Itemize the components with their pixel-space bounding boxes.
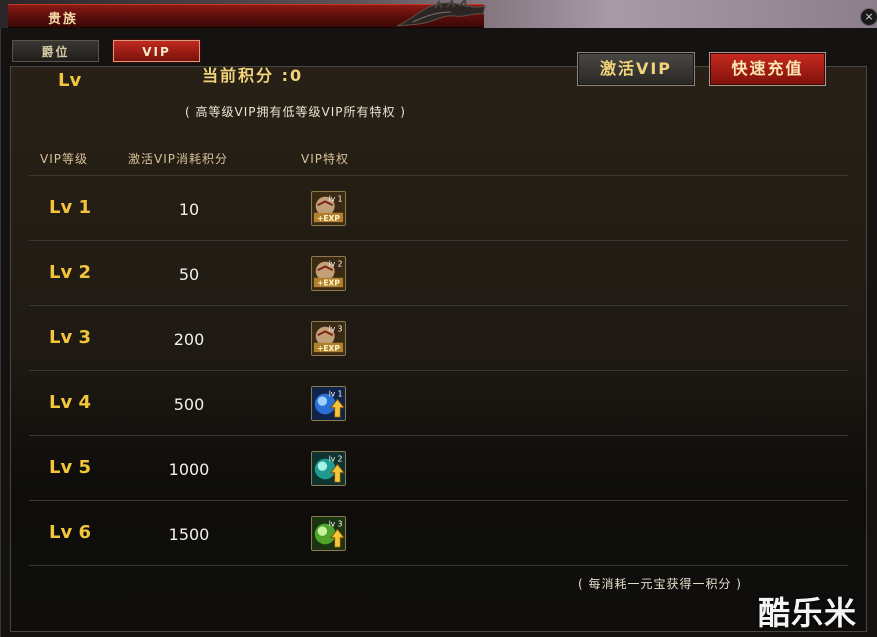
row-cost: 500 <box>173 395 205 414</box>
row-level: Lv 4 <box>49 392 91 413</box>
current-points: 当前积分 :0 <box>202 66 304 85</box>
window-title: 贵族 <box>48 12 79 27</box>
column-header-cost: 激活VIP消耗积分 <box>128 152 228 166</box>
watermark: 酷乐米 <box>758 594 858 632</box>
column-header-privilege: VIP特权 <box>301 152 349 166</box>
table-row: Lv 1 10 +EXP lv 1 <box>29 175 848 240</box>
table-row: Lv 2 50 +EXP lv 2 <box>29 240 848 305</box>
table-row: Lv 6 1500 lv 3 <box>29 500 848 566</box>
table-row: Lv 3 200 +EXP lv 3 <box>29 305 848 370</box>
close-button[interactable]: × <box>860 8 877 26</box>
table-row: Lv 5 1000 lv 2 <box>29 435 848 500</box>
dragon-ornament-icon <box>396 0 486 27</box>
svg-text:lv 2: lv 2 <box>329 259 343 268</box>
upgrade-orb-lv3-icon[interactable]: lv 3 <box>311 516 346 551</box>
vip-note: ( 高等级VIP拥有低等级VIP所有特权 ) <box>185 105 406 119</box>
svg-text:lv 1: lv 1 <box>329 194 343 203</box>
current-level-label: Lv <box>58 70 82 91</box>
row-cost: 200 <box>173 330 205 349</box>
column-header-level: VIP等级 <box>40 152 88 166</box>
svg-text:lv 2: lv 2 <box>329 454 343 463</box>
row-cost: 50 <box>178 265 200 284</box>
row-level: Lv 5 <box>49 457 91 478</box>
row-level: Lv 1 <box>49 197 91 218</box>
svg-text:lv 3: lv 3 <box>329 519 343 528</box>
tab-rank[interactable]: 爵位 <box>12 40 99 62</box>
points-rule-note: ( 每消耗一元宝获得一积分 ) <box>578 577 742 591</box>
svg-text:lv 3: lv 3 <box>329 324 343 333</box>
row-level: Lv 6 <box>49 522 91 543</box>
table-row: Lv 4 500 lv 1 <box>29 370 848 435</box>
quick-recharge-button[interactable]: 快速充值 <box>709 52 826 86</box>
row-level: Lv 3 <box>49 327 91 348</box>
tab-vip[interactable]: VIP <box>113 40 200 62</box>
exp-boost-lv2-icon[interactable]: +EXP lv 2 <box>311 256 346 291</box>
vip-level-table: Lv 1 10 +EXP lv 1 Lv 2 50 +EXP lv 2 Lv 3… <box>29 175 848 566</box>
svg-text:lv 1: lv 1 <box>329 389 343 398</box>
svg-text:+EXP: +EXP <box>317 214 340 223</box>
activate-vip-button[interactable]: 激活VIP <box>577 52 695 86</box>
svg-text:+EXP: +EXP <box>317 279 340 288</box>
upgrade-orb-lv1-icon[interactable]: lv 1 <box>311 386 346 421</box>
row-level: Lv 2 <box>49 262 91 283</box>
upgrade-orb-lv2-icon[interactable]: lv 2 <box>311 451 346 486</box>
row-cost: 1500 <box>168 525 210 544</box>
exp-boost-lv1-icon[interactable]: +EXP lv 1 <box>311 191 346 226</box>
exp-boost-lv3-icon[interactable]: +EXP lv 3 <box>311 321 346 356</box>
row-cost: 1000 <box>168 460 210 479</box>
row-cost: 10 <box>178 200 200 219</box>
svg-text:+EXP: +EXP <box>317 344 340 353</box>
